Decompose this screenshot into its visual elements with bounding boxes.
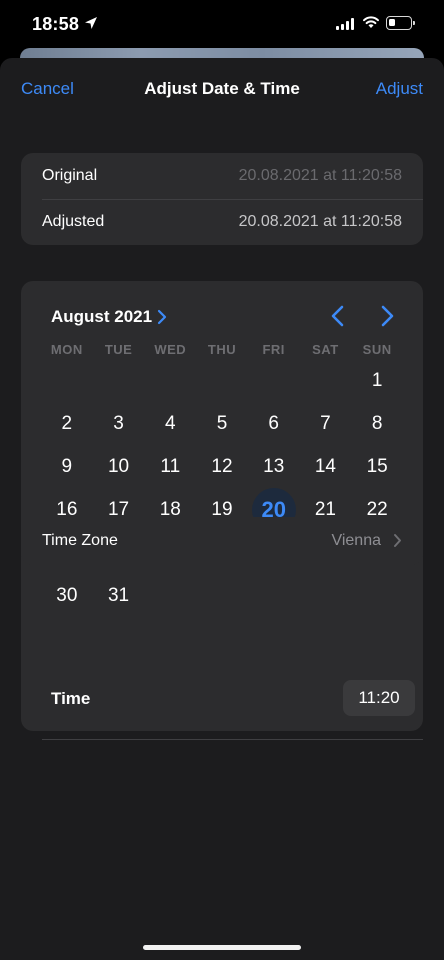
day-number: 10 [107,455,130,477]
wifi-icon [363,16,379,28]
day-number: 7 [320,412,331,434]
calendar-card: August 2021 MON TUE WED THU FRI SAT SUN 123456… [21,281,423,740]
weekday-label: FRI [262,342,285,357]
day-number: 13 [263,455,285,477]
chevron-right-icon [394,534,401,547]
day-cell[interactable]: 10 [93,445,145,488]
day-cell[interactable]: 14 [300,445,352,488]
day-number: 11 [160,455,181,477]
empty-day-cell [144,359,196,402]
cellular-signal-icon [336,18,354,30]
day-cell[interactable]: 6 [248,402,300,445]
calendar-grid: 1234567891011121314151617181920212223242… [41,359,403,617]
day-cell[interactable]: 3 [93,402,145,445]
timezone-label: Time Zone [42,532,118,549]
date-info-card: Original 20.08.2021 at 11:20:58 Adjusted… [21,153,423,245]
day-cell[interactable]: 12 [196,445,248,488]
weekday-label: MON [50,342,83,357]
day-number: 3 [113,412,124,434]
day-number: 8 [371,412,383,434]
day-cell[interactable]: 11 [144,445,196,488]
battery-icon [386,16,415,30]
previous-month-icon[interactable] [329,305,347,327]
weekday-label: WED [154,342,187,357]
divider [42,739,423,740]
day-cell[interactable]: 31 [93,574,145,617]
day-number: 14 [314,455,336,477]
empty-day-cell [196,359,248,402]
status-bar: 18:58 [0,0,444,48]
day-number: 15 [366,455,388,477]
weekday-label: THU [207,342,237,357]
day-number: 12 [211,455,233,477]
empty-day-cell [93,359,145,402]
adjust-button[interactable]: Adjust [376,79,423,99]
day-cell[interactable]: 2 [41,402,93,445]
original-label: Original [42,167,98,184]
timezone-row[interactable]: Time Zone Vienna [21,517,423,565]
day-cell[interactable]: 9 [41,445,93,488]
adjusted-value: 20.08.2021 at 11:20:58 [238,213,402,230]
day-cell[interactable]: 7 [300,402,352,445]
home-indicator [143,945,301,950]
day-number: 31 [107,584,130,606]
adjust-date-time-sheet: Cancel Adjust Date & Time Adjust Origina… [0,58,444,960]
day-number: 4 [164,412,176,434]
day-cell[interactable]: 30 [41,574,93,617]
weekday-label: SAT [312,342,339,357]
day-number: 9 [61,455,73,477]
original-row: Original 20.08.2021 at 11:20:58 [21,153,423,199]
adjusted-label: Adjusted [42,213,105,230]
next-month-icon[interactable] [378,305,396,327]
empty-day-cell [41,359,93,402]
original-value: 20.08.2021 at 11:20:58 [238,167,402,184]
chevron-right-icon[interactable] [157,309,167,325]
adjusted-row: Adjusted 20.08.2021 at 11:20:58 [21,199,423,245]
month-year-button[interactable]: August 2021 [51,307,152,327]
day-number: 30 [56,584,78,606]
empty-day-cell [248,359,300,402]
day-cell[interactable]: 4 [144,402,196,445]
day-cell[interactable]: 15 [351,445,403,488]
weekday-label: TUE [104,342,133,357]
day-number: 6 [268,412,279,434]
day-cell[interactable]: 8 [351,402,403,445]
empty-day-cell [300,359,352,402]
nav-bar: Cancel Adjust Date & Time Adjust [0,58,444,118]
weekday-label: SUN [362,342,392,357]
day-number: 2 [61,412,73,434]
day-number: 5 [216,412,228,434]
status-time: 18:58 [32,14,80,34]
day-cell[interactable]: 1 [351,359,403,402]
battery-fill [389,19,395,26]
time-label: Time [51,689,91,708]
day-number: 1 [371,369,383,391]
location-arrow-icon [85,17,97,29]
time-picker-button[interactable]: 11:20 [343,680,415,716]
day-cell[interactable]: 5 [196,402,248,445]
day-cell[interactable]: 13 [248,445,300,488]
timezone-value: Vienna [331,532,381,549]
weekday-header: MON TUE WED THU FRI SAT SUN [41,342,403,357]
